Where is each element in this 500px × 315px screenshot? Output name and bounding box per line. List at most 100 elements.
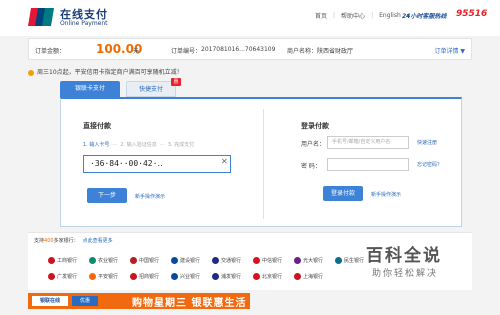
bank-logo-icon <box>89 273 96 280</box>
bank-name: 上海银行 <box>303 274 324 280</box>
bank-name: 北京银行 <box>262 274 283 280</box>
banks-heading-prefix: 支持 <box>34 238 45 244</box>
bank-logo-icon <box>130 273 137 280</box>
username-label: 用户名： <box>301 141 326 148</box>
bank-item[interactable]: 招商银行 <box>130 273 159 280</box>
password-label: 密 码： <box>301 163 321 170</box>
bank-item[interactable]: 交通银行 <box>212 257 241 264</box>
notice-text[interactable]: 周三10点起，平安信用卡指定商户满百可享随机立减！ <box>37 69 183 76</box>
home-link[interactable]: 首页 <box>315 11 327 20</box>
bank-item[interactable]: 工商银行 <box>48 257 77 264</box>
bank-item[interactable]: 民生银行 <box>335 257 364 264</box>
bank-item[interactable]: 平安银行 <box>89 273 118 280</box>
bank-logo-icon <box>48 257 55 264</box>
banks-heading-suffix: 多家银行： <box>53 238 79 244</box>
bank-name: 中信银行 <box>262 258 283 264</box>
bank-logo-icon <box>171 273 178 280</box>
bank-item[interactable]: 上海银行 <box>294 273 323 280</box>
promo-banner[interactable]: 银联在线 优惠 购物星期三 银联惠生活 <box>28 293 250 309</box>
bank-item[interactable]: 兴业银行 <box>171 273 200 280</box>
amount-unit: 元 <box>133 48 140 55</box>
bank-item[interactable]: 中信银行 <box>253 257 282 264</box>
bank-logo-icon <box>253 257 260 264</box>
step-2: 2. 输入验证信息 <box>120 142 157 148</box>
merchant-name: 陕西省财政厅 <box>317 48 354 55</box>
bank-name: 交通银行 <box>221 258 242 264</box>
order-number: 2017081016...70643109 <box>201 46 276 53</box>
top-bar: 在线支付 Online Payment 首页 | 帮助中心 | English … <box>0 0 500 36</box>
bank-item[interactable]: 光大银行 <box>294 257 323 264</box>
username-field[interactable]: 手机号/邮箱/自定义用户名 <box>327 136 409 149</box>
forgot-password-link[interactable]: 忘记密码？ <box>417 161 442 168</box>
banks-heading: 支持400多家银行： 点此查看更多 <box>34 237 113 244</box>
help-link[interactable]: 帮助中心 <box>341 11 365 20</box>
bank-logo-icon <box>253 273 260 280</box>
bank-logo-icon <box>212 257 219 264</box>
order-detail-link[interactable]: 订单详情 ▼ <box>434 46 465 55</box>
tab-quick-pay[interactable]: 快捷支付 惠 <box>126 78 181 97</box>
bank-name: 光大银行 <box>303 258 324 264</box>
promo-notice: 周三10点起，平安信用卡指定商户满百可享随机立减！ <box>28 67 183 76</box>
close-icon[interactable]: ✕ <box>221 157 228 166</box>
watermark-subtitle: 助你轻松解决 <box>372 269 439 279</box>
step-separator: — <box>112 141 118 148</box>
register-link[interactable]: 快速注册 <box>417 139 437 146</box>
bank-item[interactable]: 浦发银行 <box>212 273 241 280</box>
bank-logo-icon <box>212 273 219 280</box>
logo-subtitle: Online Payment <box>60 20 108 27</box>
beginner-guide-link[interactable]: 新手操作演示 <box>371 191 401 198</box>
merchant-label: 商户名称： <box>287 48 318 55</box>
bank-item[interactable]: 广发银行 <box>48 273 77 280</box>
top-links: 首页 | 帮助中心 | English ▾ <box>315 11 416 20</box>
amount-label: 订单金额： <box>35 48 66 55</box>
payment-panel: 直接付款 1. 输入卡号 — 2. 输入验证信息 — 3. 完成支付 ·36·8… <box>60 97 462 227</box>
discount-badge: 惠 <box>171 78 181 86</box>
divider <box>263 109 264 219</box>
beginner-guide-link[interactable]: 新手操作演示 <box>135 193 165 200</box>
bank-name: 浦发银行 <box>221 274 242 280</box>
bank-item[interactable]: 中国银行 <box>130 257 159 264</box>
bank-logo-icon <box>130 257 137 264</box>
more-banks-link[interactable]: 点此查看更多 <box>83 238 113 244</box>
login-pay-button[interactable]: 登录付款 <box>323 186 363 201</box>
login-pay-title: 登录付款 <box>301 122 329 130</box>
password-field[interactable] <box>327 158 409 171</box>
bank-logo-icon <box>294 273 301 280</box>
direct-pay-title: 直接付款 <box>83 122 111 130</box>
bank-logo-icon <box>335 257 342 264</box>
bank-name: 兴业银行 <box>180 274 201 280</box>
payment-tabs: 银联卡支付 快捷支付 惠 <box>60 78 182 97</box>
bank-item[interactable]: 建设银行 <box>171 257 200 264</box>
bank-logo-icon <box>89 257 96 264</box>
tab-quick-pay-label: 快捷支付 <box>138 86 163 93</box>
step-1: 1. 输入卡号 <box>83 142 110 148</box>
bank-item[interactable]: 农业银行 <box>89 257 118 264</box>
order-no-label: 订单编号： <box>171 48 202 55</box>
order-info-bar: 订单金额： 100.00 元 订单编号： 2017081016...706431… <box>28 38 472 60</box>
bank-logo-icon <box>294 257 301 264</box>
unionpay-online-logo: 银联在线 <box>32 296 68 306</box>
bank-name: 工商银行 <box>57 258 78 264</box>
promo-logo: 优惠 <box>72 296 98 306</box>
hotline-label: 24小时客服热线 <box>402 13 447 20</box>
megaphone-icon <box>28 69 34 76</box>
hotline-number: 95516 <box>456 9 488 19</box>
promo-text: 购物星期三 银联惠生活 <box>132 298 247 309</box>
next-button[interactable]: 下一步 <box>87 188 127 203</box>
bank-name: 广发银行 <box>57 274 78 280</box>
step-indicator: 1. 输入卡号 — 2. 输入验证信息 — 3. 完成支付 <box>83 141 194 149</box>
bank-name: 招商银行 <box>139 274 160 280</box>
bank-name: 中国银行 <box>139 258 160 264</box>
watermark-title: 百科全说 <box>366 246 442 266</box>
card-number-input[interactable]: ·36·84··00·42·‥ <box>83 155 231 173</box>
bank-count: 400 <box>44 238 54 244</box>
bank-name: 建设银行 <box>180 258 201 264</box>
language-link[interactable]: English <box>379 12 401 19</box>
bank-name: 民生银行 <box>344 258 365 264</box>
bank-logo-icon <box>171 257 178 264</box>
tab-unionpay-card[interactable]: 银联卡支付 <box>60 81 120 97</box>
bank-logo-icon <box>48 273 55 280</box>
unionpay-logo-icon <box>28 8 54 26</box>
bank-name: 农业银行 <box>98 258 119 264</box>
bank-item[interactable]: 北京银行 <box>253 273 282 280</box>
